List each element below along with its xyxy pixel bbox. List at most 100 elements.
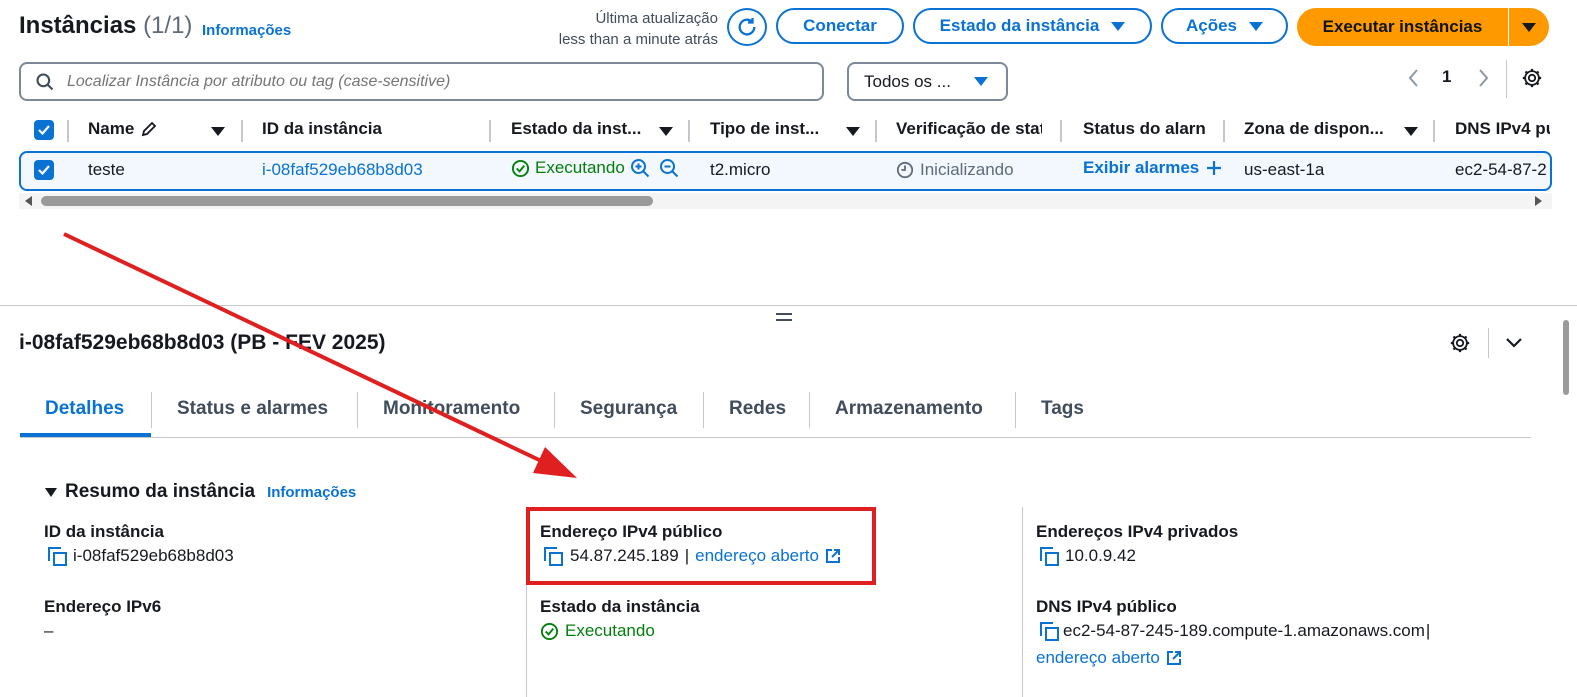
- column-divider: [1433, 120, 1435, 142]
- tab-monitoring[interactable]: Monitoramento: [383, 398, 520, 420]
- page-title: Instâncias (1/1): [19, 12, 192, 40]
- private-ipv4-label: Endereços IPv4 privados: [1036, 522, 1239, 541]
- cell-type: t2.micro: [710, 160, 771, 179]
- zoom-out-icon[interactable]: [659, 158, 679, 178]
- page-title-text: Instâncias: [19, 12, 137, 39]
- caret-down-icon: [974, 77, 988, 86]
- instance-id-value: i-08faf529eb68b8d03: [48, 546, 234, 566]
- vertical-scrollbar[interactable]: [1563, 320, 1569, 395]
- search-field[interactable]: [19, 62, 824, 101]
- column-header-dns[interactable]: DNS IPv4 pú: [1455, 119, 1550, 139]
- instance-state-button[interactable]: Estado da instância: [913, 8, 1152, 44]
- column-divider: [875, 120, 877, 142]
- scroll-right-arrow[interactable]: [1535, 196, 1542, 206]
- column-header-instance-id[interactable]: ID da instância: [262, 119, 382, 139]
- search-icon: [36, 72, 54, 90]
- state-label: Executando: [535, 158, 625, 177]
- copy-icon[interactable]: [1040, 547, 1059, 566]
- filter-select[interactable]: Todos os ...: [847, 62, 1008, 101]
- section-info-link[interactable]: Informações: [267, 484, 356, 501]
- refresh-button[interactable]: [727, 8, 767, 46]
- public-dns-open: endereço aberto: [1036, 648, 1182, 668]
- column-header-type[interactable]: Tipo de inst...: [710, 119, 819, 139]
- public-dns-text: ec2-54-87-245-189.compute-1.amazonaws.co…: [1063, 621, 1425, 640]
- actions-button[interactable]: Ações: [1161, 8, 1288, 44]
- tab-details[interactable]: Detalhes: [45, 398, 124, 420]
- tabs-baseline: [20, 437, 1531, 438]
- tab-storage[interactable]: Armazenamento: [835, 398, 983, 420]
- cell-instance-id-link[interactable]: i-08faf529eb68b8d03: [262, 160, 423, 180]
- filter-value: Todos os ...: [864, 71, 951, 91]
- horizontal-scrollbar[interactable]: [19, 193, 1552, 209]
- tab-security[interactable]: Segurança: [580, 398, 677, 420]
- tab-status-alarms[interactable]: Status e alarmes: [177, 398, 328, 420]
- sort-caret-icon[interactable]: [659, 127, 673, 136]
- zoom-in-icon[interactable]: [630, 158, 650, 178]
- edit-pencil-icon: [142, 121, 157, 137]
- next-page-button[interactable]: [1474, 66, 1492, 90]
- column-divider: [1060, 120, 1062, 142]
- scrollbar-thumb[interactable]: [41, 196, 653, 206]
- launch-instances-button[interactable]: Executar instâncias: [1297, 8, 1508, 46]
- search-input[interactable]: [65, 71, 789, 92]
- row-checkbox[interactable]: [34, 160, 54, 180]
- instance-state-label: Estado da instância: [939, 16, 1100, 35]
- caret-down-icon: [1522, 22, 1536, 32]
- page-number[interactable]: 1: [1442, 67, 1451, 87]
- caret-down-icon: [1111, 21, 1126, 31]
- connect-label: Conectar: [803, 16, 877, 35]
- sort-caret-icon[interactable]: [846, 127, 860, 136]
- private-ipv4-text: 10.0.9.42: [1065, 546, 1136, 565]
- view-alarms-link[interactable]: Exibir alarmes: [1083, 158, 1223, 178]
- copy-icon[interactable]: [1040, 622, 1059, 641]
- chevron-left-icon: [1408, 69, 1418, 87]
- status-check-label: Inicializando: [920, 160, 1014, 179]
- connect-button[interactable]: Conectar: [776, 8, 904, 44]
- column-header-status-check[interactable]: Verificação de stat: [896, 119, 1042, 139]
- tab-divider: [1015, 392, 1016, 428]
- last-update: Última atualização less than a minute at…: [520, 8, 718, 50]
- copy-icon[interactable]: [48, 547, 67, 566]
- section-toggle[interactable]: Resumo da instância Informações: [45, 481, 356, 503]
- pagination-divider: [1506, 60, 1507, 98]
- details-settings-button[interactable]: [1449, 332, 1471, 354]
- select-all-checkbox[interactable]: [34, 120, 54, 140]
- column-divider: [489, 120, 491, 142]
- launch-dropdown-button[interactable]: [1509, 8, 1549, 46]
- tab-tags[interactable]: Tags: [1041, 398, 1084, 420]
- caret-down-icon: [45, 487, 57, 497]
- private-ipv4-value: 10.0.9.42: [1040, 546, 1136, 566]
- column-header-state[interactable]: Estado da inst...: [511, 119, 641, 139]
- gear-icon: [1522, 68, 1542, 88]
- clock-icon: [896, 161, 914, 179]
- table-settings-button[interactable]: [1521, 67, 1543, 89]
- tab-divider: [357, 392, 358, 428]
- column-header-name[interactable]: Name: [88, 119, 158, 139]
- column-header-alarm[interactable]: Status do alarn: [1083, 119, 1207, 139]
- tab-network[interactable]: Redes: [729, 398, 786, 420]
- sort-caret-icon[interactable]: [1404, 127, 1418, 136]
- pane-divider[interactable]: [0, 305, 1577, 306]
- ipv6-value: –: [44, 621, 54, 640]
- sort-caret-icon[interactable]: [211, 127, 225, 136]
- drag-handle-icon[interactable]: [776, 313, 792, 321]
- column-header-zone[interactable]: Zona de dispon...: [1244, 119, 1384, 139]
- instance-state-detail-label: Estado da instância: [540, 597, 700, 616]
- details-divider: [1488, 328, 1489, 358]
- scroll-left-arrow[interactable]: [25, 196, 32, 206]
- cell-status-check: Inicializando: [896, 160, 1014, 180]
- last-update-label: Última atualização: [595, 10, 718, 27]
- public-dns-label: DNS IPv4 público: [1036, 597, 1177, 616]
- info-link[interactable]: Informações: [202, 22, 291, 39]
- column-header-label: Name: [88, 119, 135, 138]
- instance-id-text: i-08faf529eb68b8d03: [73, 546, 234, 565]
- prev-page-button[interactable]: [1405, 66, 1423, 90]
- instance-id-label: ID da instância: [44, 522, 164, 541]
- external-link-icon[interactable]: [1166, 650, 1182, 666]
- public-dns-open-link[interactable]: endereço aberto: [1036, 648, 1160, 668]
- collapse-details-button[interactable]: [1504, 334, 1524, 352]
- cell-zone: us-east-1a: [1244, 160, 1325, 179]
- value-separator: |: [1425, 621, 1431, 640]
- chevron-down-icon: [1506, 338, 1522, 348]
- check-icon: [38, 125, 50, 136]
